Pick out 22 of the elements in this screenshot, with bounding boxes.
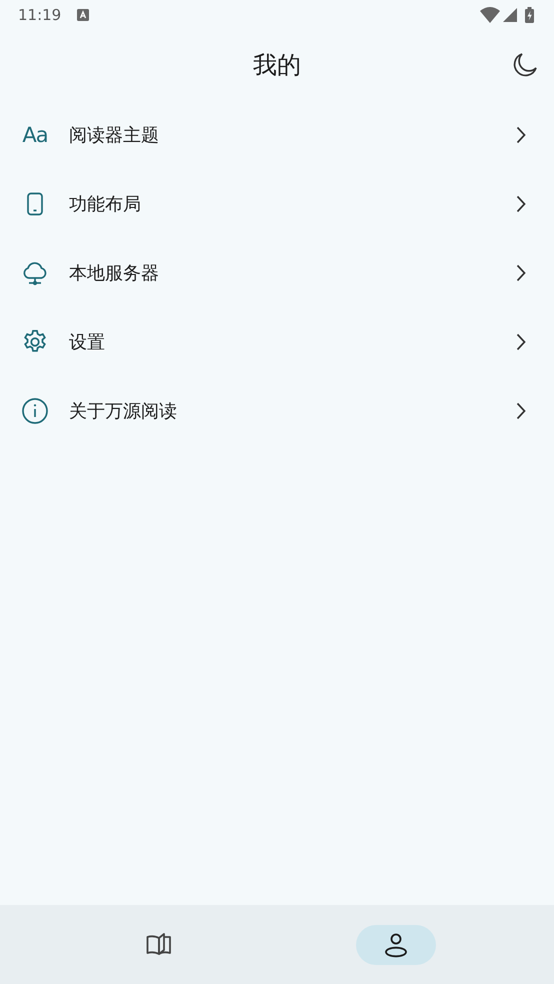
chevron-right-icon bbox=[516, 126, 526, 144]
wifi-icon bbox=[480, 7, 500, 23]
menu-item[interactable]: 功能布局 bbox=[0, 169, 554, 238]
page-title: 我的 bbox=[253, 50, 301, 81]
chevron-right-icon bbox=[516, 194, 526, 212]
profile-tab[interactable] bbox=[356, 924, 436, 964]
chevron-right-icon bbox=[516, 332, 526, 350]
font-icon: Aa bbox=[22, 122, 48, 146]
battery-icon bbox=[525, 7, 534, 23]
menu-item[interactable]: 关于万源阅读 bbox=[0, 376, 554, 445]
status-time: 11:19 bbox=[18, 6, 62, 24]
menu-item[interactable]: 本地服务器 bbox=[0, 238, 554, 307]
book-icon bbox=[144, 932, 172, 958]
menu-item[interactable]: Aa 阅读器主题 bbox=[0, 100, 554, 169]
chevron-right-icon bbox=[516, 264, 526, 282]
person-icon bbox=[382, 932, 408, 958]
signal-icon bbox=[503, 8, 517, 22]
chevron-right-icon bbox=[516, 402, 526, 420]
info-icon bbox=[21, 396, 49, 424]
keyboard-icon bbox=[77, 9, 90, 21]
moon-icon bbox=[511, 51, 539, 79]
menu-item[interactable]: 设置 bbox=[0, 307, 554, 376]
